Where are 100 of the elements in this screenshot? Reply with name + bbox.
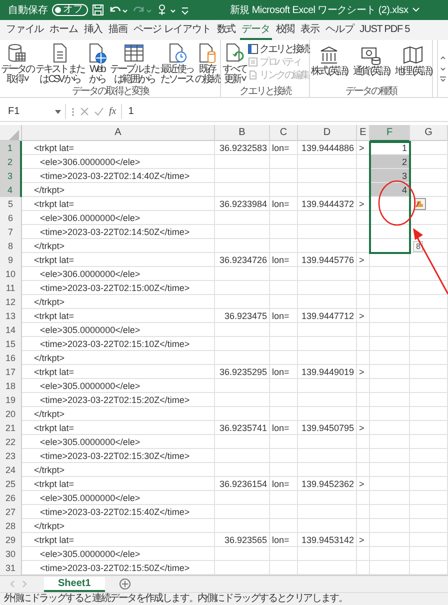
drag-handle-icon[interactable] — [71, 106, 75, 118]
table-cell: > — [357, 533, 370, 547]
ribbon-button[interactable]: テキストまた は CSV から — [34, 40, 86, 85]
row-header[interactable]: 20 — [0, 407, 22, 422]
column-header[interactable]: B — [215, 125, 270, 142]
row-header[interactable]: 21 — [0, 421, 22, 436]
row-header[interactable]: 11 — [0, 281, 22, 296]
table-cell — [357, 407, 370, 421]
row-header[interactable]: 28 — [0, 519, 22, 534]
ribbon-button[interactable]: 地理 (英語) — [394, 40, 432, 77]
row-header[interactable]: 23 — [0, 449, 22, 464]
add-sheet-icon[interactable] — [118, 578, 131, 590]
table-cell: 36.923565 — [215, 533, 270, 547]
table-cell: 139.9452362 — [298, 477, 357, 491]
row-header[interactable]: 26 — [0, 491, 22, 506]
table-cell — [215, 183, 270, 197]
insert-function-button[interactable]: fx — [109, 106, 116, 117]
row-header[interactable]: 14 — [0, 323, 22, 338]
row-header[interactable]: 9 — [0, 253, 22, 268]
row-header[interactable]: 29 — [0, 533, 22, 548]
touch-mode-icon[interactable] — [156, 4, 176, 16]
ribbon-tab[interactable]: 数式 — [214, 20, 238, 40]
ribbon-button[interactable]: データの 取得 ˅ — [0, 40, 34, 85]
table-cell — [215, 547, 270, 561]
ribbon-button[interactable]: クエリと接続 — [248, 42, 309, 55]
row-header[interactable]: 19 — [0, 393, 22, 408]
table-cell — [270, 239, 298, 253]
table-cell — [298, 547, 357, 561]
table-cell — [215, 323, 270, 337]
ribbon-button[interactable]: 最近使っ たソース — [160, 40, 194, 85]
ribbon-tab[interactable]: ホーム — [48, 20, 80, 40]
row-header[interactable]: 30 — [0, 547, 22, 562]
table-cell — [270, 449, 298, 463]
table-cell — [410, 211, 448, 225]
row-header[interactable]: 5 — [0, 197, 22, 212]
column-header[interactable]: D — [298, 125, 357, 142]
table-cell — [270, 183, 298, 197]
row-header[interactable]: 7 — [0, 225, 22, 240]
table-cell — [357, 379, 370, 393]
gallery-scroll-icon[interactable] — [439, 54, 447, 84]
check-icon[interactable] — [94, 107, 104, 116]
table-icon — [123, 42, 146, 64]
caret-icon[interactable] — [412, 6, 420, 14]
row-header[interactable]: 10 — [0, 267, 22, 282]
column-header[interactable]: C — [270, 125, 298, 142]
row-header[interactable]: 17 — [0, 365, 22, 380]
ribbon-tab[interactable]: JUST PDF 5 — [358, 22, 412, 38]
table-cell: 36.9234726 — [215, 253, 270, 267]
ribbon-tab[interactable]: ファイル — [4, 20, 46, 40]
ribbon-tab[interactable]: 描画 — [106, 20, 130, 40]
cancel-icon[interactable] — [80, 107, 89, 116]
ribbon-button[interactable]: 株式 (英語) — [310, 40, 348, 77]
name-box[interactable]: F1 — [4, 104, 66, 119]
table-cell — [270, 281, 298, 295]
row-header[interactable]: 2 — [0, 155, 22, 170]
auto-fill-options-icon[interactable] — [414, 198, 426, 210]
table-cell — [410, 505, 448, 519]
table-cell: 36.9235295 — [215, 365, 270, 379]
save-icon[interactable] — [92, 4, 104, 16]
formula-input[interactable]: 1 — [121, 104, 444, 119]
panel-icon — [248, 44, 258, 54]
group-label: クエリと接続 — [240, 86, 291, 97]
table-cell — [270, 407, 298, 421]
ribbon-button[interactable]: Web から — [85, 40, 110, 85]
table-cell: <ele>305.0000000</ele> — [22, 323, 215, 337]
ribbon-button[interactable]: すべて 更新 ˅ — [221, 40, 248, 85]
row-header[interactable]: 16 — [0, 351, 22, 366]
ribbon-tab[interactable]: 校閲 — [274, 20, 297, 40]
table-cell: 139.9444372 — [298, 197, 357, 211]
ribbon-button[interactable]: 通貨 (英語) — [352, 40, 390, 77]
column-header[interactable]: F — [370, 125, 410, 142]
row-header[interactable]: 8 — [0, 239, 22, 254]
row-header[interactable]: 6 — [0, 211, 22, 226]
row-header[interactable]: 13 — [0, 309, 22, 324]
ribbon-button[interactable]: 既存 の接続 — [194, 40, 220, 85]
row-header[interactable]: 12 — [0, 295, 22, 310]
row-header[interactable]: 1 — [0, 141, 22, 156]
table-cell — [298, 491, 357, 505]
ribbon-tab[interactable]: ページ レイアウト — [131, 20, 213, 40]
autosave-toggle[interactable]: オフ — [52, 4, 88, 16]
column-header[interactable]: G — [410, 125, 448, 142]
row-header[interactable]: 15 — [0, 337, 22, 352]
table-cell — [410, 155, 448, 169]
ribbon-tab[interactable]: ヘルプ — [323, 20, 356, 40]
row-header[interactable]: 24 — [0, 463, 22, 478]
row-header[interactable]: 25 — [0, 477, 22, 492]
row-header[interactable]: 18 — [0, 379, 22, 394]
ribbon-tab[interactable]: 挿入 — [82, 20, 105, 40]
table-cell — [270, 155, 298, 169]
ribbon-tab[interactable]: 表示 — [298, 20, 322, 40]
sheet-tab[interactable]: Sheet1 — [44, 576, 105, 592]
row-header[interactable]: 22 — [0, 435, 22, 450]
row-header[interactable]: 27 — [0, 505, 22, 520]
row-header[interactable]: 3 — [0, 169, 22, 184]
selection-outline[interactable] — [369, 141, 411, 254]
row-header[interactable]: 4 — [0, 183, 22, 198]
table-cell: <trkpt lat= — [22, 421, 215, 435]
table-cell: <time>2023-03-22T02:15:20Z</time> — [22, 393, 215, 407]
row-header[interactable]: 31 — [0, 561, 22, 575]
ribbon-button[interactable]: テーブルまた は範囲から — [109, 40, 160, 85]
